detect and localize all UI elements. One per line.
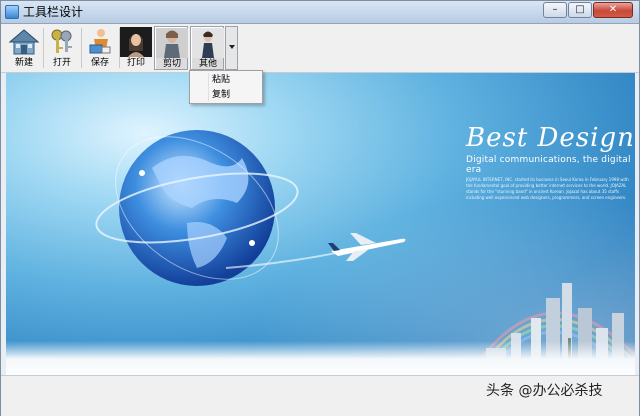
menu-item-copy[interactable]: 复制	[192, 88, 260, 103]
menu-item-paste[interactable]: 粘贴	[192, 73, 260, 88]
banner-text-block: Best Design Digital communications, the …	[466, 123, 635, 201]
banner-title: Best Design	[466, 123, 635, 153]
cloud-layer	[6, 341, 635, 375]
toolbar-label: 新建	[14, 58, 33, 68]
toolbar-button-cut[interactable]: 剪切	[154, 26, 188, 70]
window-controls: – □ ✕	[542, 2, 633, 18]
toolbar-label: 其他	[198, 59, 217, 69]
other-dropdown-menu: 粘贴 复制	[189, 70, 263, 104]
minimize-button[interactable]: –	[543, 2, 567, 18]
app-icon	[5, 5, 19, 19]
toolbar-separator	[81, 28, 82, 68]
toolbar-button-new[interactable]: 新建	[7, 26, 41, 70]
banner-image-area: Best Design Digital communications, the …	[6, 73, 635, 375]
watermark-text: 头条 @办公必杀技	[486, 383, 603, 399]
chevron-down-icon	[229, 45, 235, 49]
title-bar[interactable]: 工具栏设计 – □ ✕	[1, 1, 639, 24]
banner-subtitle: Digital communications, the digital era	[466, 155, 631, 175]
app-window: 工具栏设计 – □ ✕ 新建 打开 保存 打印 剪切 其他 Best Desig…	[0, 0, 640, 416]
toolbar-label: 剪切	[162, 59, 181, 69]
toolbar-button-open[interactable]: 打开	[45, 26, 79, 70]
house-icon	[8, 29, 40, 55]
airplane-illustration	[226, 233, 406, 269]
toolbar-label: 保存	[90, 58, 109, 68]
maximize-button[interactable]: □	[568, 2, 592, 18]
portrait-cut-icon	[156, 28, 188, 58]
toolbar-button-save[interactable]: 保存	[83, 26, 117, 70]
toolbar-button-other[interactable]: 其他	[190, 26, 224, 70]
toolbar-separator	[43, 28, 44, 68]
banner-fine-print: JOJAYUL INTERNET, INC. started its busin…	[466, 177, 629, 200]
other-dropdown-button[interactable]	[225, 26, 238, 70]
toolbar-label: 打开	[52, 58, 71, 68]
portrait-print-icon	[120, 27, 152, 57]
toolbar-button-print[interactable]: 打印	[119, 26, 153, 70]
window-title: 工具栏设计	[23, 5, 84, 19]
figure-save-icon	[89, 29, 111, 54]
toolbar-label: 打印	[126, 58, 145, 68]
close-button[interactable]: ✕	[593, 2, 633, 18]
keys-icon	[51, 29, 72, 53]
portrait-other-icon	[192, 28, 224, 58]
toolbar: 新建 打开 保存 打印 剪切 其他	[1, 24, 639, 73]
